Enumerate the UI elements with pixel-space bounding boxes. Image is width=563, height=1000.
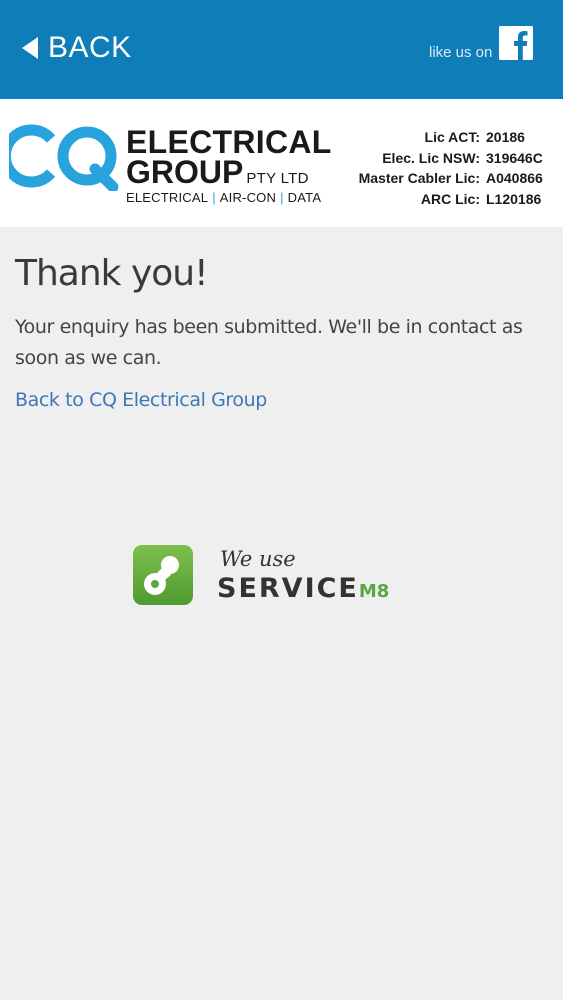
service-electrical: ELECTRICAL xyxy=(126,190,209,205)
like-us-label: like us on xyxy=(429,44,493,61)
servicem8-wordmark: SERVICEM8 xyxy=(217,573,390,604)
back-label: BACK xyxy=(48,31,132,64)
facebook-icon[interactable] xyxy=(499,26,533,60)
licence-list: Lic ACT: 20186 Elec. Lic NSW: 319646C Mast… xyxy=(358,127,543,209)
servicem8-badge[interactable]: We use SERVICEM8 xyxy=(133,545,433,607)
licence-row: Master Cabler Lic: A040866 xyxy=(358,170,543,186)
cq-logo-icon xyxy=(9,124,119,191)
servicem8-icon xyxy=(133,545,193,605)
confirmation-message: Your enquiry has been submitted. We'll b… xyxy=(15,316,523,369)
back-to-site-link[interactable]: Back to CQ Electrical Group xyxy=(15,389,267,411)
top-bar: BACK like us on xyxy=(0,0,563,99)
service-aircon: AIR-CON xyxy=(219,190,277,205)
back-arrow-icon xyxy=(22,37,38,59)
brand-services: ELECTRICAL | AIR-CON | DATA xyxy=(126,190,322,205)
service-data: DATA xyxy=(287,190,322,205)
page-title: Thank you! xyxy=(15,253,209,294)
licence-row: Elec. Lic NSW: 319646C xyxy=(382,149,543,166)
licence-row: Lic ACT: 20186 xyxy=(424,129,525,145)
brand-name-group: GROUP xyxy=(126,154,244,190)
licence-row: ARC Lic: L120186 xyxy=(420,190,542,207)
servicem8-tagline: We use xyxy=(220,547,296,571)
back-button[interactable]: BACK xyxy=(22,30,132,66)
